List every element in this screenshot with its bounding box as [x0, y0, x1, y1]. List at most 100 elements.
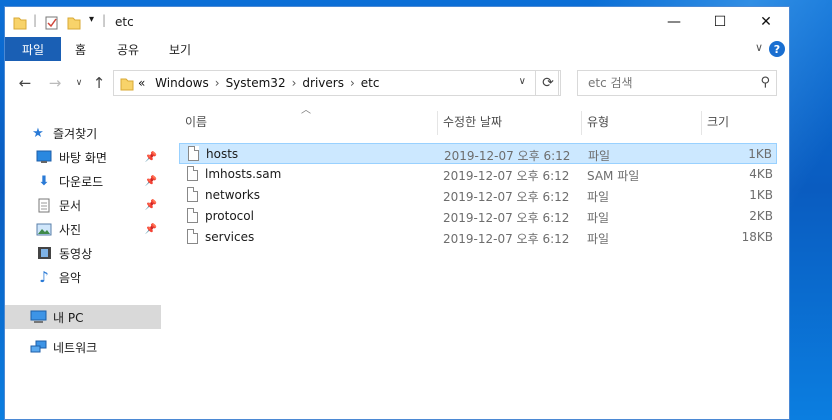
pin-icon[interactable]: 📌: [145, 152, 157, 163]
file-name: hosts: [206, 147, 239, 161]
file-date: 2019-12-07 오후 6:12: [443, 211, 570, 225]
properties-icon[interactable]: [45, 15, 59, 31]
title-bar: | ▾ | etc — ☐ ✕: [5, 7, 789, 37]
minimize-button[interactable]: —: [651, 7, 697, 37]
column-header-size[interactable]: 크기: [707, 105, 729, 139]
file-type: 파일: [587, 232, 610, 246]
breadcrumb-drivers[interactable]: drivers: [302, 76, 344, 90]
file-date: 2019-12-07 오후 6:12: [443, 232, 570, 246]
pin-icon[interactable]: 📌: [145, 176, 157, 187]
sidebar-item-label: 문서: [59, 198, 82, 213]
breadcrumb-windows[interactable]: Windows: [155, 76, 209, 90]
tab-file[interactable]: 파일: [5, 37, 61, 61]
sort-ascending-icon: ︿: [301, 105, 311, 116]
breadcrumb-separator-icon[interactable]: ›: [292, 76, 297, 90]
breadcrumb-system32[interactable]: System32: [226, 76, 286, 90]
sidebar-item-label: 다운로드: [59, 174, 104, 189]
sidebar-item-network[interactable]: 네트워크: [5, 335, 161, 359]
refresh-button[interactable]: ⟳: [535, 70, 561, 96]
file-icon: [187, 187, 198, 202]
sidebar-item-music[interactable]: ♪ 음악: [5, 265, 161, 289]
pin-icon[interactable]: 📌: [145, 224, 157, 235]
tab-home[interactable]: 홈: [75, 37, 86, 61]
toolbar-separator: |: [33, 13, 38, 27]
tab-view[interactable]: 보기: [169, 37, 191, 61]
sidebar-item-desktop[interactable]: 바탕 화면 📌: [5, 145, 161, 169]
breadcrumb-separator-icon[interactable]: ›: [350, 76, 355, 90]
ribbon-tabs: 파일 홈 공유 보기 ∨ ?: [5, 37, 789, 62]
breadcrumb-separator-icon[interactable]: ›: [215, 76, 220, 90]
sidebar-item-label: 네트워크: [53, 340, 98, 355]
folder-icon: [120, 78, 134, 91]
star-icon: ★: [32, 125, 44, 141]
file-row[interactable]: networks 2019-12-07 오후 6:12 파일 1KB: [179, 185, 777, 206]
sidebar-item-downloads[interactable]: ⬇ 다운로드 📌: [5, 169, 161, 193]
navigation-pane: ★ 즐겨찾기 바탕 화면 📌 ⬇ 다운로드 📌 문서 📌 사진 📌 동영상 ♪ …: [5, 105, 161, 419]
file-name: lmhosts.sam: [205, 167, 282, 181]
column-header-type[interactable]: 유형: [587, 105, 609, 139]
sidebar-item-label: 즐겨찾기: [53, 126, 98, 141]
back-button[interactable]: ←: [15, 73, 35, 93]
up-button[interactable]: ↑: [89, 73, 109, 93]
file-row[interactable]: hosts 2019-12-07 오후 6:12 파일 1KB: [179, 143, 777, 164]
document-icon: [35, 196, 53, 214]
file-size: 4KB: [749, 167, 773, 181]
breadcrumb-overflow[interactable]: «: [138, 76, 145, 90]
navigation-bar: ← → ∨ ↑ « Windows › System32 › drivers › etc ∨…: [5, 61, 789, 105]
recent-locations-button[interactable]: ∨: [69, 73, 89, 93]
search-box[interactable]: ⚲: [577, 70, 777, 96]
breadcrumb-etc[interactable]: etc: [361, 76, 380, 90]
video-icon: [35, 244, 53, 262]
search-input[interactable]: [586, 75, 750, 91]
search-icon[interactable]: ⚲: [760, 75, 770, 90]
file-date: 2019-12-07 오후 6:12: [443, 190, 570, 204]
file-icon: [187, 229, 198, 244]
file-row[interactable]: lmhosts.sam 2019-12-07 오후 6:12 SAM 파일 4K…: [179, 164, 777, 185]
toolbar-separator: |: [102, 13, 107, 27]
file-size: 18KB: [741, 230, 773, 244]
column-header-name[interactable]: 이름: [185, 105, 207, 139]
download-icon: ⬇: [38, 173, 50, 189]
pin-icon[interactable]: 📌: [145, 200, 157, 211]
tab-share[interactable]: 공유: [117, 37, 139, 61]
file-name: networks: [205, 188, 260, 202]
sidebar-item-documents[interactable]: 문서 📌: [5, 193, 161, 217]
sidebar-item-pictures[interactable]: 사진 📌: [5, 217, 161, 241]
column-divider[interactable]: [701, 111, 702, 135]
new-folder-icon[interactable]: [67, 15, 81, 31]
file-date: 2019-12-07 오후 6:12: [444, 149, 571, 163]
desktop-icon: [35, 148, 53, 166]
forward-button[interactable]: →: [45, 73, 65, 93]
sidebar-item-label: 사진: [59, 222, 82, 237]
customize-toolbar-icon[interactable]: ▾: [89, 14, 94, 30]
sidebar-item-this-pc[interactable]: 내 PC: [5, 305, 161, 329]
folder-icon: [13, 17, 27, 30]
window-title: etc: [115, 15, 134, 29]
close-button[interactable]: ✕: [743, 7, 789, 37]
sidebar-item-quick-access[interactable]: ★ 즐겨찾기: [29, 121, 161, 145]
sidebar-item-videos[interactable]: 동영상: [5, 241, 161, 265]
address-dropdown-icon[interactable]: ∨: [519, 76, 526, 87]
maximize-button[interactable]: ☐: [697, 7, 743, 37]
file-icon: [187, 208, 198, 223]
file-icon: [188, 146, 199, 161]
file-list: ︿ 이름 수정한 날짜 유형 크기 hosts 2019-12-07 오후 6:…: [165, 105, 789, 419]
music-icon: ♪: [39, 268, 49, 286]
file-icon: [187, 166, 198, 181]
column-header-date[interactable]: 수정한 날짜: [443, 105, 502, 139]
file-name: protocol: [205, 209, 254, 223]
file-explorer-window: | ▾ | etc — ☐ ✕ 파일 홈 공유 보기 ∨ ? ← → ∨ ↑ «…: [4, 6, 790, 420]
file-row[interactable]: protocol 2019-12-07 오후 6:12 파일 2KB: [179, 206, 777, 227]
file-size: 1KB: [748, 147, 772, 161]
help-icon[interactable]: ?: [769, 41, 785, 57]
file-size: 2KB: [749, 209, 773, 223]
column-divider[interactable]: [437, 111, 438, 135]
expand-ribbon-icon[interactable]: ∨: [755, 41, 763, 54]
file-row[interactable]: services 2019-12-07 오후 6:12 파일 18KB: [179, 227, 777, 248]
file-type: 파일: [587, 211, 610, 225]
file-type: SAM 파일: [587, 169, 640, 183]
computer-icon: [29, 308, 47, 326]
address-bar[interactable]: « Windows › System32 › drivers › etc ∨: [113, 70, 559, 96]
column-divider[interactable]: [581, 111, 582, 135]
file-type: 파일: [588, 149, 611, 163]
